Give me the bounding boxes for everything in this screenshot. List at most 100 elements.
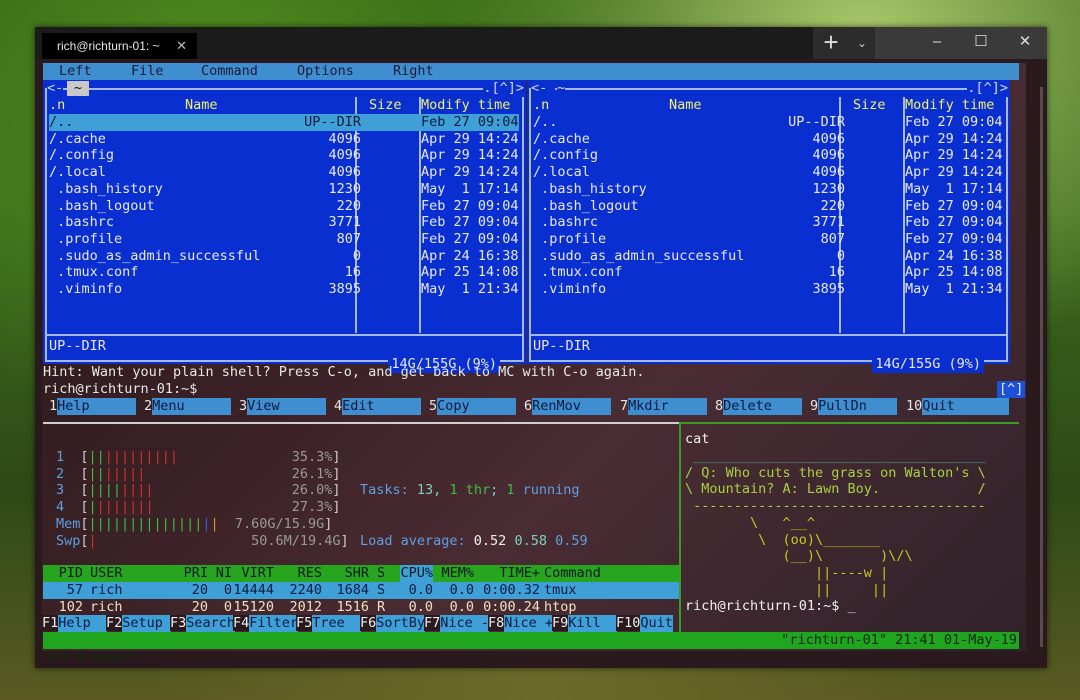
file-row[interactable]: /.cache 4096 Apr 29 14:24 bbox=[533, 131, 1003, 148]
file-row[interactable]: .sudo_as_admin_successful 0 Apr 24 16:38 bbox=[49, 248, 519, 265]
file-row[interactable]: /.config 4096 Apr 29 14:24 bbox=[49, 147, 519, 164]
mc-function-keys: 1Help 2Menu 3View 4Edit 5Copy 6RenMov 7Mkdir 8D… bbox=[43, 398, 1019, 415]
fkey-copy[interactable]: 5Copy bbox=[429, 398, 517, 415]
col-sort[interactable]: .n bbox=[533, 97, 549, 114]
panel-path[interactable]: ~ bbox=[67, 81, 89, 96]
tab-terminal[interactable]: rich@richturn-01: ~ ✕ bbox=[42, 33, 197, 59]
file-row[interactable]: .viminfo 3895 May 1 21:34 bbox=[533, 281, 1003, 298]
shell-prompt[interactable]: rich@richturn-01:~$ bbox=[43, 381, 197, 398]
minimize-button[interactable]: – bbox=[915, 27, 959, 59]
file-row[interactable]: /.local 4096 Apr 29 14:24 bbox=[533, 164, 1003, 181]
bracket: ] bbox=[332, 482, 341, 499]
file-row[interactable]: /.. UP--DIR Feb 27 09:04 bbox=[49, 114, 519, 131]
file-row[interactable]: .bashrc 3771 Feb 27 09:04 bbox=[533, 214, 1003, 231]
file-row[interactable]: .bash_history 1230 May 1 17:14 bbox=[533, 181, 1003, 198]
col-pid[interactable]: PID bbox=[59, 565, 83, 582]
menu-right[interactable]: Right bbox=[393, 63, 434, 80]
file-mtime: Feb 27 09:04 bbox=[905, 230, 1003, 247]
menu-options[interactable]: Options bbox=[297, 63, 354, 80]
file-row[interactable]: .tmux.conf 16 Apr 25 14:08 bbox=[533, 264, 1003, 281]
fkey-quit[interactable]: 10Quit bbox=[906, 398, 1010, 415]
col-command[interactable]: Command bbox=[544, 565, 601, 582]
right-panel[interactable]: <- ~ .[^]> .n Name Size Modify time /.. U… bbox=[527, 80, 1010, 373]
fkey-delete[interactable]: 8Delete bbox=[715, 398, 803, 415]
tab-close-icon[interactable]: ✕ bbox=[176, 33, 187, 59]
htop-key-help[interactable]: F1Help bbox=[42, 615, 108, 632]
col-name[interactable]: Name bbox=[669, 97, 702, 114]
fkey-help[interactable]: 1Help bbox=[49, 398, 137, 415]
swap-usage: 50.6M/19.4G bbox=[251, 532, 341, 549]
file-row[interactable]: .sudo_as_admin_successful 0 Apr 24 16:38 bbox=[533, 248, 1003, 265]
cpu-label: 2 bbox=[56, 465, 65, 482]
fkey-pulldn[interactable]: 9PullDn bbox=[810, 398, 898, 415]
process-row[interactable]: 57 rich 20 0 14444 2240 1684 S 0.0 0.0 0:00.32 tmux bbox=[43, 582, 679, 599]
col-ni[interactable]: NI bbox=[216, 565, 232, 582]
col-res[interactable]: RES bbox=[298, 565, 322, 582]
col-s[interactable]: S bbox=[377, 565, 385, 582]
pane-divider-vertical[interactable] bbox=[679, 422, 681, 632]
cowsay-prompt[interactable]: rich@richturn-01:~$ _ bbox=[685, 598, 856, 615]
fkey-edit[interactable]: 4Edit bbox=[334, 398, 422, 415]
file-name: /.cache bbox=[533, 130, 590, 147]
col-mtime[interactable]: Modify time bbox=[421, 97, 510, 114]
left-panel[interactable]: <- ~ .[^]> .n Name Size Modify time /.. U… bbox=[43, 80, 526, 373]
panel-nav-left[interactable]: <- bbox=[531, 80, 556, 97]
fkey-view[interactable]: 3View bbox=[239, 398, 327, 415]
menu-file[interactable]: File bbox=[131, 63, 164, 80]
panel-nav-right[interactable]: .[^]> bbox=[483, 80, 524, 97]
col-size[interactable]: Size bbox=[853, 97, 886, 114]
htop-key-sortby[interactable]: F6SortBy bbox=[360, 615, 426, 632]
col-size[interactable]: Size bbox=[369, 97, 402, 114]
panel-path[interactable]: ~ bbox=[557, 80, 566, 97]
file-mtime: Feb 27 09:04 bbox=[905, 114, 1003, 130]
proc-user: rich bbox=[90, 598, 123, 615]
htop-key-tree[interactable]: F5Tree bbox=[296, 615, 362, 632]
htop-key-nice[interactable]: F8Nice + bbox=[488, 615, 554, 632]
col-pri[interactable]: PRI bbox=[184, 565, 208, 582]
menu-command[interactable]: Command bbox=[201, 63, 258, 80]
scrollbar[interactable] bbox=[1040, 87, 1043, 647]
menu-left[interactable]: Left bbox=[59, 63, 92, 80]
col-cpu[interactable]: CPU% bbox=[400, 565, 433, 582]
tmux-window-list[interactable]: [0] 0:bash* bbox=[45, 649, 134, 666]
terminal-content[interactable]: Left File Command Options Right <- ~ .[^… bbox=[42, 63, 1026, 665]
col-mem[interactable]: MEM% bbox=[441, 565, 474, 582]
panel-nav-right[interactable]: .[^]> bbox=[967, 80, 1008, 97]
col-virt[interactable]: VIRT bbox=[241, 565, 274, 582]
htop-key-setup[interactable]: F2Setup bbox=[106, 615, 172, 632]
file-row[interactable]: .bash_logout 220 Feb 27 09:04 bbox=[533, 198, 1003, 215]
col-sort[interactable]: .n bbox=[49, 97, 65, 114]
new-tab-button[interactable]: + bbox=[813, 27, 849, 59]
htop-key-filter[interactable]: F4Filter bbox=[233, 615, 299, 632]
col-mtime[interactable]: Modify time bbox=[905, 97, 994, 114]
col-time[interactable]: TIME+ bbox=[499, 565, 540, 582]
panel-nav-left[interactable]: <- bbox=[47, 80, 64, 97]
file-row[interactable]: /.cache 4096 Apr 29 14:24 bbox=[49, 131, 519, 148]
file-row[interactable]: /.local 4096 Apr 29 14:24 bbox=[49, 164, 519, 181]
htop-key-quit[interactable]: F10Quit bbox=[616, 615, 673, 632]
file-row[interactable]: /.config 4096 Apr 29 14:24 bbox=[533, 147, 1003, 164]
file-row[interactable]: .profile 807 Feb 27 09:04 bbox=[533, 231, 1003, 248]
mc-menubar: Left File Command Options Right bbox=[43, 63, 1019, 80]
file-row[interactable]: .bash_history 1230 May 1 17:14 bbox=[49, 181, 519, 198]
fkey-mkdir[interactable]: 7Mkdir bbox=[620, 398, 708, 415]
process-row[interactable]: 102 rich 20 0 15120 2012 1516 R 0.0 0.0 0:00.24 hto… bbox=[43, 599, 679, 616]
htop-key-kill[interactable]: F9Kill bbox=[552, 615, 618, 632]
col-name[interactable]: Name bbox=[185, 97, 218, 114]
file-row[interactable]: .tmux.conf 16 Apr 25 14:08 bbox=[49, 264, 519, 281]
close-button[interactable]: ✕ bbox=[1003, 27, 1047, 59]
file-row[interactable]: /.. UP--DIR Feb 27 09:04 bbox=[533, 114, 1003, 131]
maximize-button[interactable]: ☐ bbox=[959, 27, 1003, 59]
htop-key-nice[interactable]: F7Nice - bbox=[424, 615, 490, 632]
file-row[interactable]: .bashrc 3771 Feb 27 09:04 bbox=[49, 214, 519, 231]
file-row[interactable]: .viminfo 3895 May 1 21:34 bbox=[49, 281, 519, 298]
col-shr[interactable]: SHR bbox=[345, 565, 369, 582]
file-row[interactable]: .bash_logout 220 Feb 27 09:04 bbox=[49, 198, 519, 215]
history-button[interactable]: [^] bbox=[997, 381, 1026, 398]
fkey-menu[interactable]: 2Menu bbox=[144, 398, 232, 415]
htop-key-search[interactable]: F3Search bbox=[170, 615, 236, 632]
file-row[interactable]: .profile 807 Feb 27 09:04 bbox=[49, 231, 519, 248]
fkey-renmov[interactable]: 6RenMov bbox=[524, 398, 612, 415]
col-user[interactable]: USER bbox=[90, 565, 123, 582]
chevron-down-icon[interactable]: ⌄ bbox=[849, 27, 875, 59]
